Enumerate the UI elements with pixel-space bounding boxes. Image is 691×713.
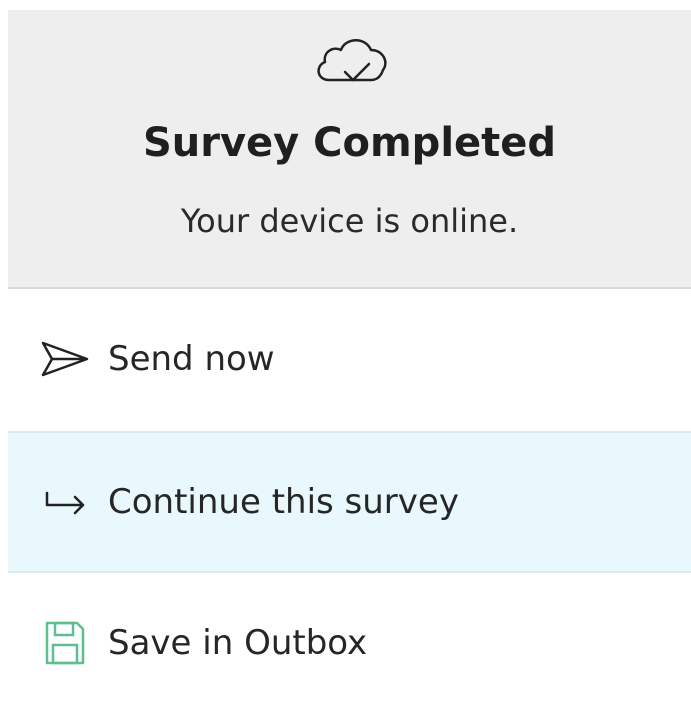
cloud-check-icon (317, 39, 387, 82)
survey-completed-panel: Survey Completed Your device is online. … (8, 10, 691, 713)
completion-header: Survey Completed Your device is online. (8, 10, 691, 289)
forward-arrow-icon (38, 477, 92, 531)
continue-survey-button[interactable]: Continue this survey (8, 431, 691, 573)
save-outbox-button[interactable]: Save in Outbox (8, 573, 691, 713)
device-status-text: Your device is online. (180, 202, 519, 240)
send-now-label: Send now (108, 339, 275, 379)
send-now-button[interactable]: Send now (8, 289, 691, 429)
continue-survey-label: Continue this survey (108, 482, 459, 522)
save-outbox-label: Save in Outbox (108, 623, 368, 663)
save-disk-icon (38, 616, 92, 670)
send-icon (38, 332, 92, 386)
page-title: Survey Completed (142, 120, 557, 166)
